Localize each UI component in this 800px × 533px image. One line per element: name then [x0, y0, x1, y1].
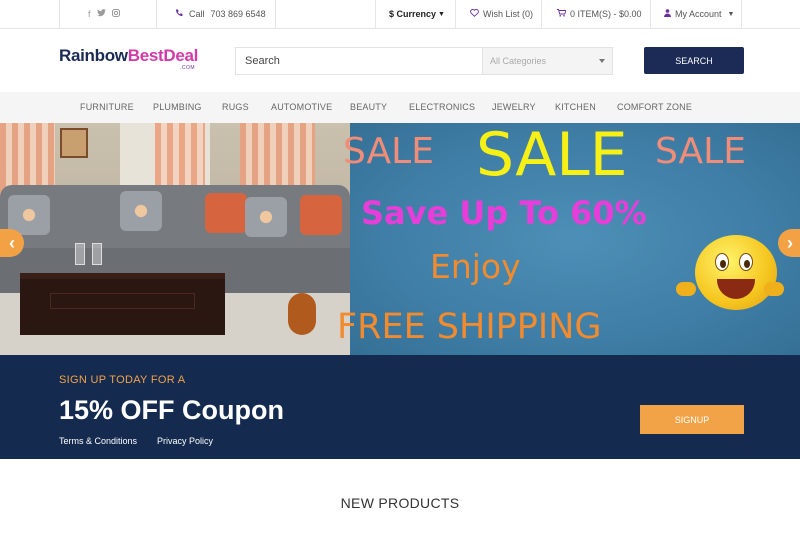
divider: [59, 0, 60, 28]
smiley-eye: [739, 253, 753, 271]
table-drawer: [50, 293, 195, 309]
twitter-icon[interactable]: [96, 9, 106, 19]
social-links: f: [88, 0, 120, 28]
divider: [741, 0, 742, 28]
category-select[interactable]: All Categories: [482, 48, 612, 74]
wishlist-label: Wish List (0): [483, 9, 534, 19]
nav-item-comfort-zone[interactable]: COMFORT ZONE: [617, 92, 692, 123]
category-nav: FURNITURE PLUMBING RUGS AUTOMOTIVE BEAUT…: [0, 92, 800, 123]
divider: [275, 0, 276, 28]
phone-contact[interactable]: Call 703 869 6548: [175, 0, 266, 28]
enjoy-text: Enjoy: [430, 247, 521, 286]
chevron-down-icon: [599, 59, 605, 63]
logo-suffix: .COM: [180, 65, 196, 71]
cart-link[interactable]: 0 ITEM(S) - $0.00: [557, 0, 642, 28]
wall-frame: [60, 128, 88, 158]
cart-icon: [557, 9, 567, 19]
save-up-text: Save Up To 60%: [361, 194, 647, 232]
cart-summary: 0 ITEM(S) - $0.00: [570, 9, 642, 19]
caret-down-icon: ▼: [438, 10, 445, 18]
caret-down-icon: ▼: [727, 10, 735, 18]
account-label: My Account: [675, 9, 722, 19]
coupon-banner: SIGN UP TODAY FOR A 15% OFF Coupon Terms…: [0, 355, 800, 459]
wine-glass: [75, 243, 85, 265]
pillow: [205, 193, 247, 233]
phone-number: 703 869 6548: [210, 9, 266, 19]
nav-item-kitchen[interactable]: KITCHEN: [555, 92, 596, 123]
search-input[interactable]: [236, 48, 482, 74]
pillow: [245, 197, 287, 237]
smiley-hand: [676, 282, 696, 296]
divider: [541, 0, 542, 28]
carousel-next-button[interactable]: ›: [778, 229, 800, 257]
free-shipping-text: FREE SHIPPING: [337, 307, 602, 347]
nav-item-furniture[interactable]: FURNITURE: [80, 92, 134, 123]
sale-text-left: SALE: [343, 131, 434, 172]
section-title-new-products: NEW PRODUCTS: [340, 495, 460, 511]
sale-text-center: SALE: [476, 120, 628, 190]
category-selected-value: All Categories: [490, 56, 547, 66]
nav-item-beauty[interactable]: BEAUTY: [350, 92, 387, 123]
divider: [375, 0, 376, 28]
instagram-icon[interactable]: [111, 9, 120, 19]
smiley-mouth: [717, 279, 755, 299]
nav-item-electronics[interactable]: ELECTRONICS: [409, 92, 475, 123]
currency-dropdown[interactable]: $ Currency ▼: [389, 0, 445, 28]
smiley-pupil: [720, 260, 726, 268]
search-bar: All Categories: [235, 47, 613, 75]
smiley-emoji: [695, 235, 777, 310]
smiley-hand: [764, 282, 784, 296]
site-logo[interactable]: RainbowBestDeal: [59, 46, 198, 66]
logo-text-bestdeal: BestDeal: [127, 46, 199, 65]
wishlist-link[interactable]: Wish List (0): [470, 0, 533, 28]
terms-link[interactable]: Terms & Conditions: [59, 436, 137, 446]
phone-label: Call: [189, 9, 205, 19]
smiley-eye: [715, 253, 729, 271]
nav-item-automotive[interactable]: AUTOMOTIVE: [271, 92, 332, 123]
top-bar: f Call 703 869 6548 $ Currency ▼ Wish Li…: [0, 0, 800, 29]
coupon-pretitle: SIGN UP TODAY FOR A: [59, 374, 186, 386]
divider: [650, 0, 651, 28]
currency-label: $ Currency: [389, 9, 437, 19]
logo-text-rainbow: Rainbow: [59, 46, 128, 65]
user-icon: [664, 9, 671, 19]
sofa: [0, 185, 350, 255]
signup-button[interactable]: SIGNUP: [640, 405, 744, 434]
nav-item-rugs[interactable]: RUGS: [222, 92, 249, 123]
coupon-links: Terms & Conditions Privacy Policy: [59, 436, 213, 446]
divider: [455, 0, 456, 28]
violin: [288, 293, 316, 335]
pillow: [120, 191, 162, 231]
coupon-title: 15% OFF Coupon: [59, 395, 284, 425]
wine-glass: [92, 243, 102, 265]
search-button[interactable]: SEARCH: [644, 47, 744, 74]
coffee-table: [20, 273, 225, 335]
divider: [156, 0, 157, 28]
nav-item-plumbing[interactable]: PLUMBING: [153, 92, 202, 123]
account-dropdown[interactable]: My Account ▼: [664, 0, 734, 28]
heart-icon: [470, 8, 479, 19]
pillow: [300, 195, 342, 235]
living-room-photo: [0, 123, 350, 355]
facebook-icon[interactable]: f: [88, 9, 91, 19]
nav-item-jewelry[interactable]: JEWELRY: [492, 92, 536, 123]
privacy-link[interactable]: Privacy Policy: [157, 436, 213, 446]
sale-text-right: SALE: [655, 131, 746, 172]
phone-icon: [175, 9, 183, 19]
smiley-pupil: [744, 260, 750, 268]
